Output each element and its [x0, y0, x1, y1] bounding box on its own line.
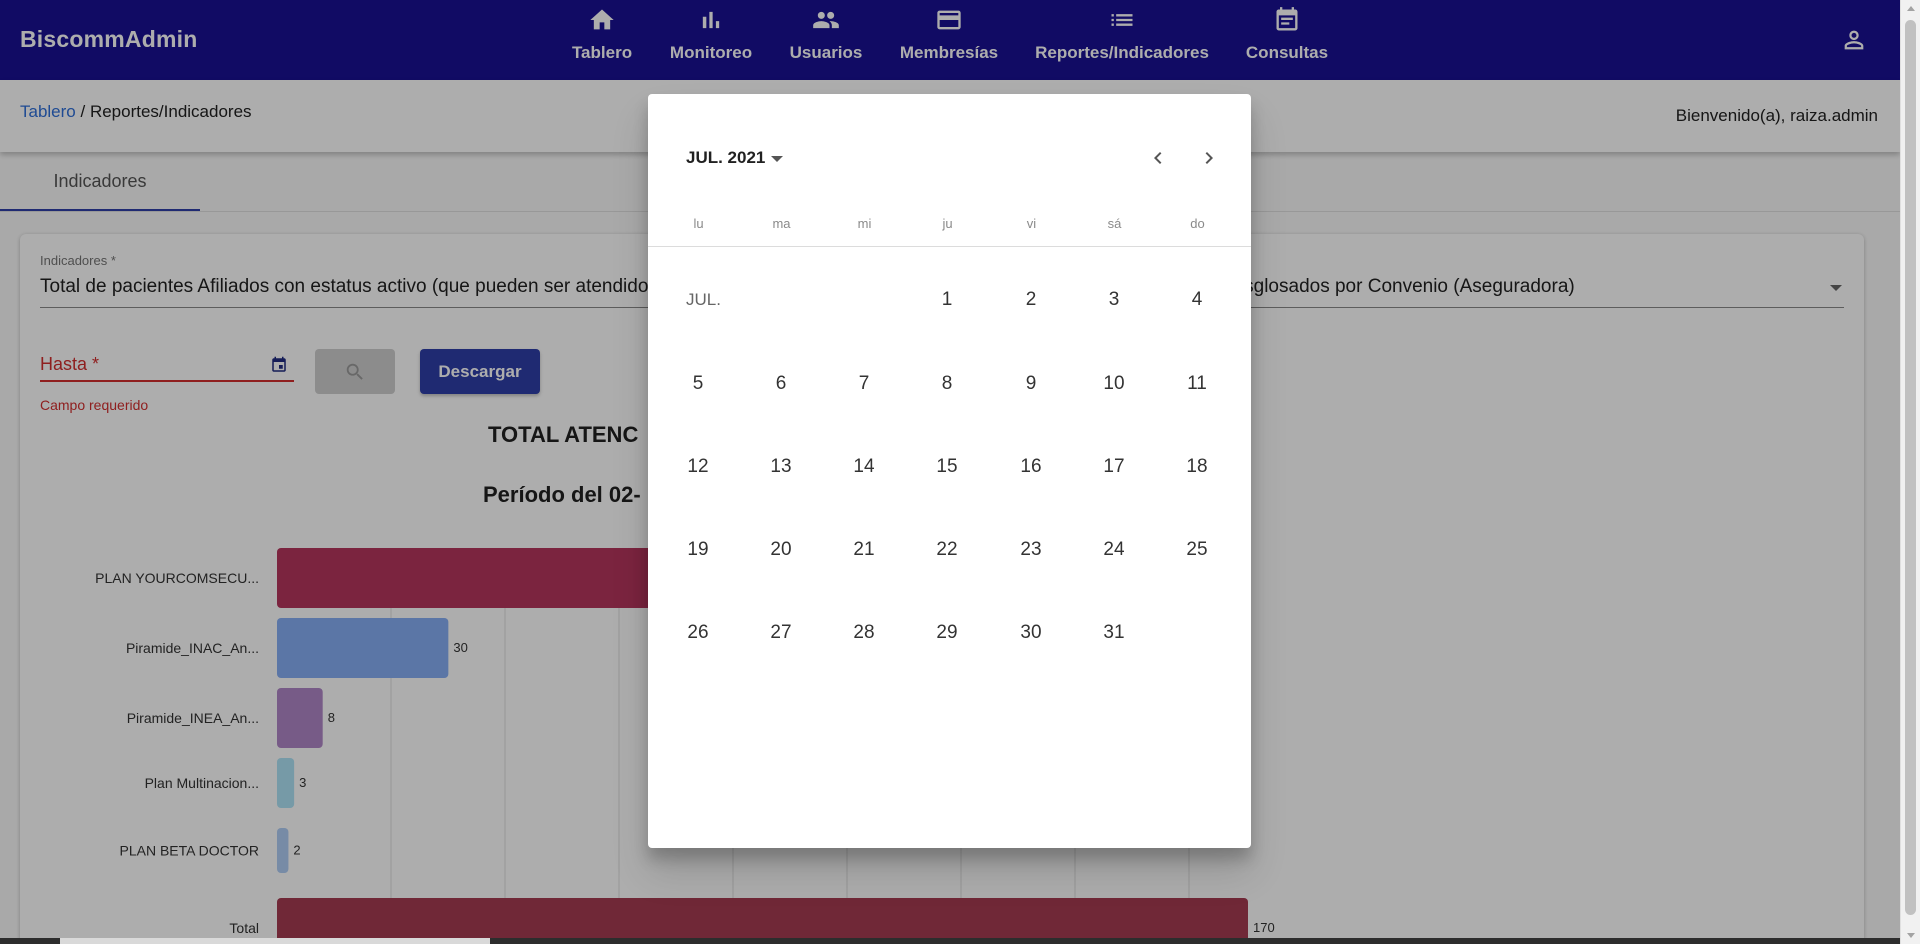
chevron-right-icon — [1205, 152, 1213, 164]
calendar-day[interactable]: 7 — [836, 356, 892, 412]
weekday-label: ju — [942, 216, 953, 231]
calendar-day[interactable]: 2 — [1003, 272, 1059, 328]
weekday-label: ma — [772, 216, 791, 231]
calendar-day[interactable]: 23 — [1003, 522, 1059, 578]
calendar-day[interactable]: 18 — [1169, 439, 1225, 495]
vertical-scrollbar[interactable] — [1900, 0, 1920, 944]
calendar-day[interactable]: 15 — [919, 439, 975, 495]
calendar-day[interactable]: 20 — [753, 522, 809, 578]
scrollbar-thumb[interactable] — [1905, 20, 1916, 915]
dropdown-arrow-icon — [771, 155, 784, 162]
calendar-day[interactable]: 10 — [1086, 356, 1142, 412]
calendar-day[interactable]: 29 — [919, 605, 975, 661]
calendar-day[interactable]: 13 — [753, 439, 809, 495]
calendar-day[interactable]: 1 — [919, 272, 975, 328]
calendar-day[interactable]: 25 — [1169, 522, 1225, 578]
divider — [648, 246, 1251, 247]
calendar-day[interactable]: 11 — [1169, 356, 1225, 412]
weekday-label: lu — [693, 216, 704, 231]
chevron-left-icon — [1154, 152, 1162, 164]
calendar-day[interactable]: 6 — [753, 356, 809, 412]
calendar-day[interactable]: 17 — [1086, 439, 1142, 495]
weekday-label: do — [1190, 216, 1205, 231]
calendar-day[interactable]: 16 — [1003, 439, 1059, 495]
period-label: JUL. 2021 — [686, 148, 766, 167]
calendar-day[interactable]: 14 — [836, 439, 892, 495]
date-picker-dialog: JUL. 2021 lu ma mi ju vi sá do JUL. 1234567891… — [648, 94, 1251, 848]
calendar-day[interactable]: 21 — [836, 522, 892, 578]
month-label: JUL. — [686, 290, 721, 309]
previous-month-button[interactable] — [1146, 146, 1170, 170]
calendar-day[interactable]: 31 — [1086, 605, 1142, 661]
calendar-day[interactable]: 22 — [919, 522, 975, 578]
calendar-day[interactable]: 30 — [1003, 605, 1059, 661]
weekday-label: mi — [857, 216, 872, 231]
scroll-up-arrow-icon[interactable] — [1907, 6, 1915, 11]
calendar-day[interactable]: 9 — [1003, 356, 1059, 412]
scroll-down-arrow-icon[interactable] — [1907, 933, 1915, 938]
calendar-day[interactable]: 26 — [670, 605, 726, 661]
calendar-day[interactable]: 24 — [1086, 522, 1142, 578]
period-selector-button[interactable]: JUL. 2021 — [686, 148, 784, 168]
calendar-day[interactable]: 3 — [1086, 272, 1142, 328]
calendar-day[interactable]: 19 — [670, 522, 726, 578]
calendar-day[interactable]: 12 — [670, 439, 726, 495]
next-month-button[interactable] — [1197, 146, 1221, 170]
calendar-day[interactable]: 8 — [919, 356, 975, 412]
calendar-day[interactable]: 28 — [836, 605, 892, 661]
calendar-day[interactable]: 4 — [1169, 272, 1225, 328]
calendar-day[interactable]: 27 — [753, 605, 809, 661]
calendar-day[interactable]: 5 — [670, 356, 726, 412]
weekday-label: vi — [1026, 216, 1037, 231]
weekday-label: sá — [1107, 216, 1122, 231]
scrollbar-thumb[interactable] — [60, 938, 490, 944]
horizontal-scrollbar[interactable] — [0, 938, 1900, 944]
